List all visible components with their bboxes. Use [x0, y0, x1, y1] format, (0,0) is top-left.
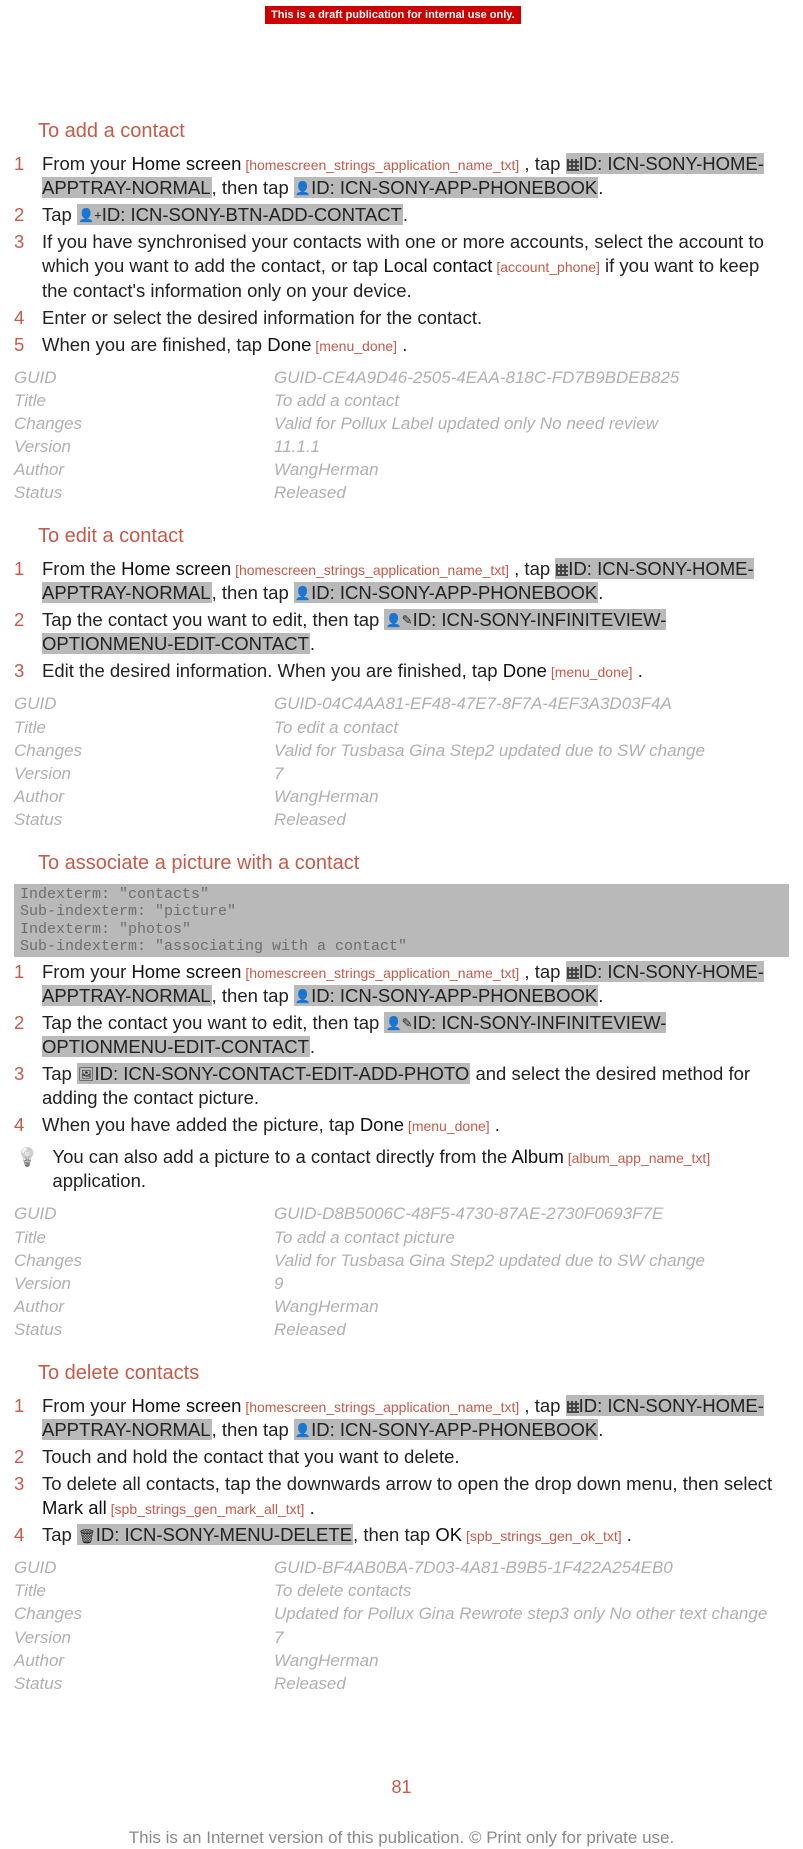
heading-associate-picture: To associate a picture with a contact [38, 850, 789, 876]
phonebook-icon: 👤 [295, 1423, 311, 1438]
apptray-icon [567, 1401, 579, 1413]
step: From your Home screen [homescreen_string… [14, 960, 789, 1008]
step: From the Home screen [homescreen_strings… [14, 557, 789, 605]
page-body: To add a contact From your Home screen [… [10, 24, 793, 1696]
apptray-icon [556, 564, 568, 576]
metadata-edit: GUIDGUID-04C4AA81-EF48-47E7-8F7A-4EF3A3D… [14, 693, 789, 832]
tip-row: 💡 You can also add a picture to a contac… [16, 1145, 789, 1193]
tip-text: You can also add a picture to a contact … [52, 1145, 789, 1193]
metadata-picture: GUIDGUID-D8B5006C-48F5-4730-87AE-2730F06… [14, 1203, 789, 1342]
step: Enter or select the desired information … [14, 306, 789, 330]
step: Tap the contact you want to edit, then t… [14, 1011, 789, 1059]
step: When you have added the picture, tap Don… [14, 1113, 789, 1137]
page-number: 81 [10, 1776, 793, 1799]
footer-text: This is an Internet version of this publ… [10, 1827, 793, 1849]
index-terms-block: Indexterm: "contacts" Sub-indexterm: "pi… [14, 884, 789, 957]
draft-banner: This is a draft publication for internal… [265, 6, 521, 24]
edit-contact-icon: 👤✎ [385, 1016, 412, 1031]
step: When you are finished, tap Done [menu_do… [14, 333, 789, 357]
step: From your Home screen [homescreen_string… [14, 1394, 789, 1442]
edit-contact-icon: 👤✎ [385, 613, 412, 628]
step: Tap 🗑ID: ICN-SONY-MENU-DELETE, then tap … [14, 1523, 789, 1547]
apptray-icon [567, 159, 579, 171]
heading-delete-contacts: To delete contacts [38, 1360, 789, 1386]
step: Tap 👤+ID: ICN-SONY-BTN-ADD-CONTACT. [14, 203, 789, 227]
page-footer: 81 This is an Internet version of this p… [10, 1776, 793, 1849]
step: Tap the contact you want to edit, then t… [14, 608, 789, 656]
step: If you have synchronised your contacts w… [14, 230, 789, 302]
tip-bulb-icon: 💡 [16, 1146, 38, 1169]
metadata-delete: GUIDGUID-BF4AB0BA-7D03-4A81-B9B5-1F422A2… [14, 1557, 789, 1696]
steps-delete-contacts: From your Home screen [homescreen_string… [14, 1394, 789, 1547]
delete-icon: 🗑 [78, 1528, 96, 1544]
steps-associate-picture: From your Home screen [homescreen_string… [14, 960, 789, 1137]
add-contact-icon: 👤+ [78, 208, 102, 223]
step: From your Home screen [homescreen_string… [14, 152, 789, 200]
heading-add-contact: To add a contact [38, 118, 789, 144]
phonebook-icon: 👤 [295, 989, 311, 1004]
phonebook-icon: 👤 [295, 586, 311, 601]
apptray-icon [567, 967, 579, 979]
phonebook-icon: 👤 [295, 181, 311, 196]
steps-edit-contact: From the Home screen [homescreen_strings… [14, 557, 789, 683]
step: Tap 🖼ID: ICN-SONY-CONTACT-EDIT-ADD-PHOTO… [14, 1062, 789, 1110]
add-photo-icon: 🖼 [78, 1067, 95, 1082]
step: Touch and hold the contact that you want… [14, 1445, 789, 1469]
step: To delete all contacts, tap the downward… [14, 1472, 789, 1520]
metadata-add: GUIDGUID-CE4A9D46-2505-4EAA-818C-FD7B9BD… [14, 367, 789, 506]
step: Edit the desired information. When you a… [14, 659, 789, 683]
heading-edit-contact: To edit a contact [38, 523, 789, 549]
steps-add-contact: From your Home screen [homescreen_string… [14, 152, 789, 356]
